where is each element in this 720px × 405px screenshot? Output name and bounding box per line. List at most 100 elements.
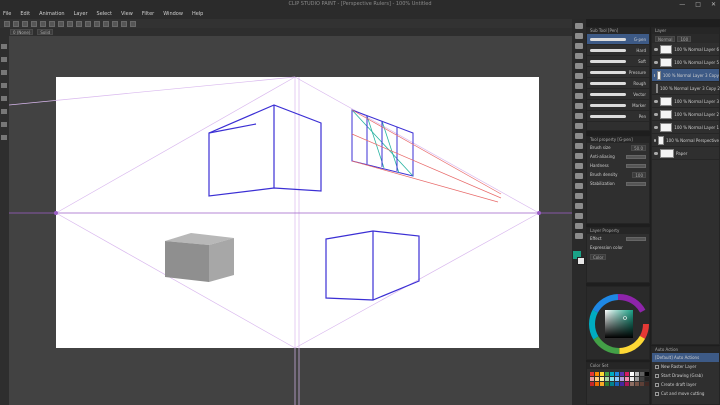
brush-item[interactable]: Pen [587,111,649,122]
fill-tool-icon[interactable] [575,163,583,169]
folder-icon[interactable] [1,135,7,140]
checkbox[interactable] [655,373,659,378]
vanishing-point-right[interactable] [537,211,541,215]
brush-item[interactable]: Rough [587,78,649,89]
layer-row[interactable]: 100 % Normal Layer 6 [652,43,719,56]
brush-item[interactable]: Pressure [587,67,649,78]
close-button[interactable]: ✕ [711,0,716,9]
selection-tool-icon[interactable] [575,63,583,69]
option-field-2[interactable]: Solid [37,29,54,35]
brush-item[interactable]: G-pen [587,34,649,45]
stabilization-row[interactable]: Stabilization [587,179,649,188]
density-row[interactable]: Brush density 100 [587,170,649,179]
brush-size-row[interactable]: Brush size 50.0 [587,143,649,152]
color-swatch[interactable] [595,372,599,376]
auto-action-item[interactable]: New Raster Layer [652,362,719,371]
color-swatch[interactable] [590,372,594,376]
maximize-button[interactable]: □ [695,0,701,9]
checkbox[interactable] [655,391,659,396]
menu-select[interactable]: Select [97,11,112,17]
blend-mode-select[interactable]: Normal [655,35,676,42]
save-icon[interactable] [22,20,28,27]
color-swatch[interactable] [620,382,624,386]
menu-view[interactable]: View [121,11,133,17]
zoom-tool-icon[interactable] [575,23,583,29]
color-swatch[interactable] [625,377,629,381]
color-swatch[interactable] [635,372,639,376]
color-swatch[interactable] [590,382,594,386]
color-swatch[interactable] [625,372,629,376]
color-swatch[interactable] [645,377,649,381]
pen-tool-icon[interactable] [575,93,583,99]
auto-action-item[interactable]: Create draft layer [652,380,719,389]
canvas-drawing[interactable] [9,36,572,405]
move-tool-icon[interactable] [575,33,583,39]
auto-action-item[interactable]: Start Drawing (Grab) [652,371,719,380]
ruler-tool-icon[interactable] [575,203,583,209]
auto-action-set[interactable]: [Default] Auto Actions [652,353,719,362]
balloon-tool-icon[interactable] [575,223,583,229]
color-swatch[interactable] [610,377,614,381]
color-swatch[interactable] [625,382,629,386]
effect-buttons[interactable] [626,236,646,241]
color-swatch[interactable] [605,372,609,376]
color-swatch[interactable] [615,372,619,376]
menu-filter[interactable]: Filter [142,11,154,17]
correct-line-tool-icon[interactable] [575,233,583,239]
density-value[interactable]: 100 [632,171,646,178]
eye-icon[interactable] [654,47,658,51]
zoom-out-icon[interactable] [112,20,118,27]
color-swatch[interactable] [630,382,634,386]
transform-icon[interactable] [58,20,64,27]
eye-icon[interactable] [654,112,658,116]
zoom-in-icon[interactable] [103,20,109,27]
layer-row[interactable]: 100 % Normal Layer 1 [652,121,719,134]
pencil-tool-icon[interactable] [575,103,583,109]
color-swatch[interactable] [645,372,649,376]
brush-item[interactable]: Hard [587,45,649,56]
gradient-tool-icon[interactable] [575,173,583,179]
color-swatch[interactable] [615,377,619,381]
brush-item[interactable]: Marker [587,100,649,111]
new-icon[interactable] [4,20,10,27]
color-swatch[interactable] [605,382,609,386]
eraser-tool-icon[interactable] [575,143,583,149]
folder-icon[interactable] [1,83,7,88]
eye-icon[interactable] [654,125,658,129]
expression-value-row[interactable]: Color [587,252,649,261]
snap-ruler-icon[interactable] [85,20,91,27]
folder-icon[interactable] [1,57,7,62]
folder-icon[interactable] [1,109,7,114]
color-swatch[interactable] [640,377,644,381]
rotate-icon[interactable] [130,20,136,27]
snap-grid-icon[interactable] [94,20,100,27]
color-swatch[interactable] [600,377,604,381]
minimize-button[interactable]: — [679,0,685,9]
figure-tool-icon[interactable] [575,183,583,189]
blend-tool-icon[interactable] [575,153,583,159]
layer-row[interactable]: 100 % Normal Layer 3 Copy [652,69,719,82]
eyedropper-tool-icon[interactable] [575,83,583,89]
color-swatch[interactable] [620,377,624,381]
color-swatch[interactable] [635,377,639,381]
frame-tool-icon[interactable] [575,193,583,199]
open-icon[interactable] [13,20,19,27]
page-icon[interactable] [1,44,7,49]
color-swatch[interactable] [635,382,639,386]
color-swatch[interactable] [600,372,604,376]
color-swatch[interactable] [605,377,609,381]
move-layer-icon[interactable] [575,53,583,59]
menu-file[interactable]: File [3,11,11,17]
folder-icon[interactable] [1,96,7,101]
menu-animation[interactable]: Animation [39,11,65,17]
checkbox[interactable] [655,382,659,387]
color-wheel[interactable] [587,287,651,361]
antialias-row[interactable]: Anti-aliasing [587,152,649,161]
color-swatch[interactable] [590,377,594,381]
color-swatch[interactable] [595,382,599,386]
checkbox[interactable] [655,364,659,369]
auto-action-item[interactable]: Cut and move cutting [652,389,719,398]
eye-icon[interactable] [654,151,658,155]
folder-icon[interactable] [1,70,7,75]
menu-layer[interactable]: Layer [74,11,88,17]
